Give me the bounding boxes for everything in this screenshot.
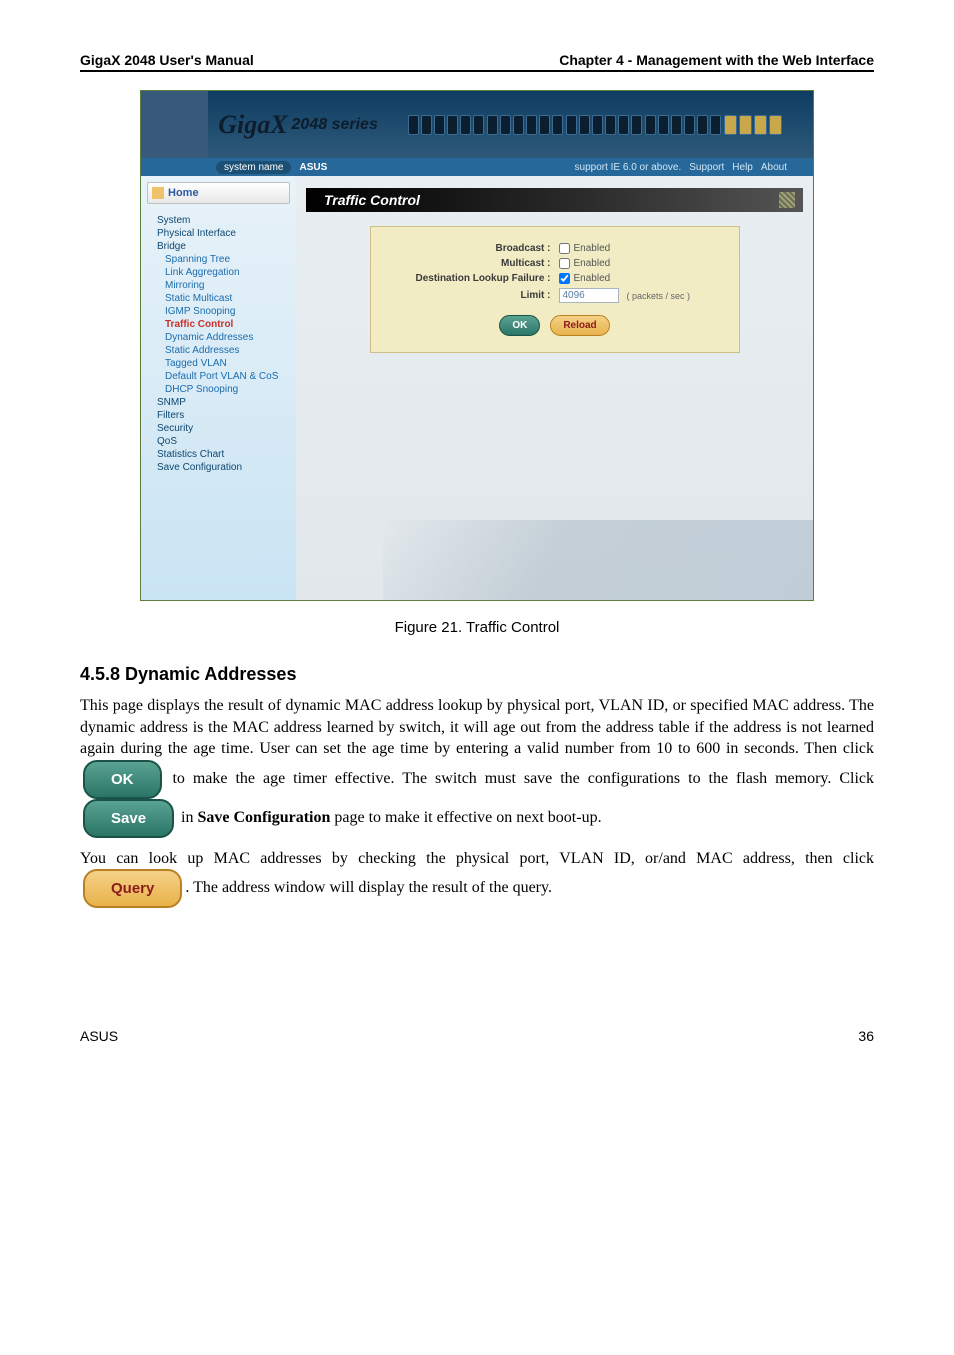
support-link[interactable]: Support bbox=[689, 162, 724, 173]
home-button[interactable]: Home bbox=[147, 182, 290, 204]
nav-tagged-vlan[interactable]: Tagged VLAN bbox=[149, 357, 288, 370]
sysname-value: ASUS bbox=[299, 162, 327, 173]
dlf-checkbox[interactable] bbox=[559, 273, 570, 284]
broadcast-checkbox[interactable] bbox=[559, 243, 570, 254]
asus-watermark bbox=[383, 520, 813, 600]
sysname-chip: system name bbox=[216, 161, 291, 174]
main-panel: Traffic Control Broadcast : Enabled Mult… bbox=[296, 176, 813, 600]
query-button-inline: Query bbox=[83, 869, 182, 908]
nav-physical-interface[interactable]: Physical Interface bbox=[149, 227, 288, 240]
brand-logo: GigaX bbox=[218, 110, 287, 140]
nav-mirroring[interactable]: Mirroring bbox=[149, 279, 288, 292]
nav-system[interactable]: System bbox=[149, 214, 288, 227]
broadcast-label: Broadcast : bbox=[385, 243, 559, 254]
broadcast-val: Enabled bbox=[574, 243, 611, 254]
nav-link-aggregation[interactable]: Link Aggregation bbox=[149, 266, 288, 279]
series-label: 2048 series bbox=[292, 116, 378, 134]
limit-hint: ( packets / sec ) bbox=[627, 291, 691, 301]
page-footer: ASUS 36 bbox=[80, 1028, 874, 1044]
nav-dynamic-addresses[interactable]: Dynamic Addresses bbox=[149, 331, 288, 344]
nav-filters[interactable]: Filters bbox=[149, 409, 288, 422]
nav-qos[interactable]: QoS bbox=[149, 435, 288, 448]
about-link[interactable]: About bbox=[761, 162, 787, 173]
ok-button-inline: OK bbox=[83, 760, 162, 799]
sidebar: Home System Physical Interface Bridge Sp… bbox=[141, 176, 296, 600]
save-button-inline: Save bbox=[83, 799, 174, 838]
footer-brand: ASUS bbox=[80, 1028, 118, 1044]
ok-button[interactable]: OK bbox=[499, 315, 540, 336]
device-photo bbox=[141, 91, 208, 158]
nav-statistics-chart[interactable]: Statistics Chart bbox=[149, 448, 288, 461]
nav-traffic-control[interactable]: Traffic Control bbox=[149, 318, 288, 331]
multicast-val: Enabled bbox=[574, 258, 611, 269]
embedded-screenshot: GigaX 2048 series system name ASUS suppo… bbox=[140, 90, 814, 601]
limit-label: Limit : bbox=[385, 290, 559, 301]
port-indicator-panel bbox=[388, 115, 803, 135]
support-note: support IE 6.0 or above. bbox=[575, 162, 682, 173]
nav-static-addresses[interactable]: Static Addresses bbox=[149, 344, 288, 357]
nav-dhcp-snooping[interactable]: DHCP Snooping bbox=[149, 383, 288, 396]
limit-input[interactable] bbox=[559, 288, 619, 303]
reload-button[interactable]: Reload bbox=[550, 315, 609, 336]
nav-save-configuration[interactable]: Save Configuration bbox=[149, 461, 288, 474]
paragraph-2: You can look up MAC addresses by checkin… bbox=[80, 848, 874, 909]
header-right: Chapter 4 - Management with the Web Inte… bbox=[559, 52, 874, 68]
traffic-control-form: Broadcast : Enabled Multicast : Enabled … bbox=[370, 226, 740, 353]
nav-static-multicast[interactable]: Static Multicast bbox=[149, 292, 288, 305]
header-left: GigaX 2048 User's Manual bbox=[80, 52, 254, 68]
footer-page: 36 bbox=[858, 1028, 874, 1044]
info-bar: system name ASUS support IE 6.0 or above… bbox=[141, 158, 813, 176]
multicast-checkbox[interactable] bbox=[559, 258, 570, 269]
section-heading: 4.5.8 Dynamic Addresses bbox=[80, 664, 874, 685]
page-header: GigaX 2048 User's Manual Chapter 4 - Man… bbox=[80, 52, 874, 72]
nav-snmp[interactable]: SNMP bbox=[149, 396, 288, 409]
dlf-val: Enabled bbox=[574, 273, 611, 284]
panel-title: Traffic Control bbox=[306, 188, 803, 212]
paragraph-1: This page displays the result of dynamic… bbox=[80, 695, 874, 838]
nav-spanning-tree[interactable]: Spanning Tree bbox=[149, 253, 288, 266]
dlf-label: Destination Lookup Failure : bbox=[385, 273, 559, 284]
nav-igmp-snooping[interactable]: IGMP Snooping bbox=[149, 305, 288, 318]
figure-caption: Figure 21. Traffic Control bbox=[80, 619, 874, 636]
nav-security[interactable]: Security bbox=[149, 422, 288, 435]
nav-bridge[interactable]: Bridge bbox=[149, 240, 288, 253]
top-banner: GigaX 2048 series bbox=[141, 91, 813, 158]
multicast-label: Multicast : bbox=[385, 258, 559, 269]
nav-default-port-vlan-cos[interactable]: Default Port VLAN & CoS bbox=[149, 370, 288, 383]
help-link[interactable]: Help bbox=[732, 162, 753, 173]
nav-tree: System Physical Interface Bridge Spannin… bbox=[141, 204, 296, 484]
